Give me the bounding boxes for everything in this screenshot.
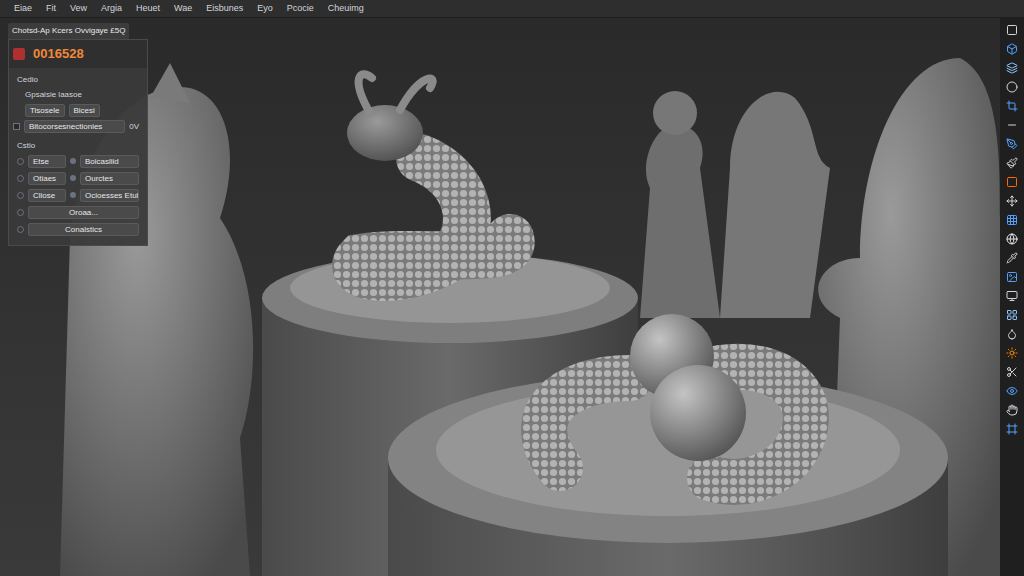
field[interactable]: Ocioesses Etul bbox=[80, 189, 139, 202]
panel-row: Tisosele Bicesi bbox=[9, 104, 147, 118]
row-icon bbox=[17, 175, 24, 182]
panel-row: Cliose Ocioesses Etul bbox=[9, 188, 147, 203]
row-icon bbox=[17, 209, 24, 216]
tool-panel: Chotsd-Ap Kcers Ovvigaye £5Q 0016528 Cedio… bbox=[8, 23, 148, 246]
sculpt-app: Eiae Fit Vew Argia Heuet Wae Eisbunes Eyo Pcocie… bbox=[0, 0, 1024, 576]
counter-row: 0016528 bbox=[9, 40, 147, 68]
tool-icon[interactable] bbox=[1006, 309, 1018, 321]
menu-item[interactable]: Cheuimg bbox=[328, 2, 364, 16]
field[interactable]: Conalstics bbox=[28, 223, 139, 236]
tool-icon[interactable] bbox=[1006, 157, 1018, 169]
viewport-scene[interactable] bbox=[0, 18, 1000, 576]
menu-item[interactable]: Heuet bbox=[136, 2, 160, 16]
brush-icon bbox=[13, 48, 25, 60]
row-label: Gpsaisie laasoe bbox=[25, 89, 82, 101]
panel-section: Cedio Gpsaisie laasoe Tisosele Bicesi Bitoco… bbox=[9, 70, 147, 134]
panel-row: Oroaa... bbox=[9, 205, 147, 220]
row-icon bbox=[70, 175, 76, 181]
checkbox[interactable] bbox=[13, 123, 20, 130]
tool-bar bbox=[1000, 18, 1024, 576]
field[interactable]: Tisosele bbox=[25, 104, 65, 117]
viewport[interactable]: Chotsd-Ap Kcers Ovvigaye £5Q 0016528 Cedio… bbox=[0, 18, 1000, 576]
tool-icon[interactable] bbox=[1006, 290, 1018, 302]
panel-row: Gpsaisie laasoe bbox=[9, 88, 147, 102]
field[interactable]: Ourctes bbox=[80, 172, 139, 185]
row-icon bbox=[17, 192, 24, 199]
tool-icon[interactable] bbox=[1006, 176, 1018, 188]
menu-bar: Eiae Fit Vew Argia Heuet Wae Eisbunes Eyo Pcocie… bbox=[0, 0, 1024, 18]
menu-item[interactable]: Argia bbox=[101, 2, 122, 16]
panel-tab[interactable]: Chotsd-Ap Kcers Ovvigaye £5Q bbox=[8, 23, 129, 39]
field[interactable]: Bitocorsesnectionies bbox=[24, 120, 125, 133]
tool-icon[interactable] bbox=[1006, 233, 1018, 245]
tool-icon[interactable] bbox=[1006, 214, 1018, 226]
field[interactable]: Oroaa... bbox=[28, 206, 139, 219]
menu-item[interactable]: Eiae bbox=[14, 2, 32, 16]
row-icon bbox=[70, 192, 76, 198]
tool-icon[interactable] bbox=[1006, 252, 1018, 264]
menu-item[interactable]: Fit bbox=[46, 2, 56, 16]
tool-icon[interactable] bbox=[1006, 271, 1018, 283]
tool-icon[interactable] bbox=[1006, 62, 1018, 74]
panel-section: Cstio Etse Boicasliid Otiaes Ourctes Cliose Oc… bbox=[9, 136, 147, 237]
tool-icon[interactable] bbox=[1006, 404, 1018, 416]
menu-item[interactable]: Wae bbox=[174, 2, 192, 16]
menu-item[interactable]: Eyo bbox=[257, 2, 273, 16]
tool-icon[interactable] bbox=[1006, 385, 1018, 397]
menu-item[interactable]: Pcocie bbox=[287, 2, 314, 16]
panel-row: Otiaes Ourctes bbox=[9, 171, 147, 186]
tool-icon[interactable] bbox=[1006, 328, 1018, 340]
tool-icon[interactable] bbox=[1006, 195, 1018, 207]
menu-item[interactable]: Eisbunes bbox=[206, 2, 243, 16]
section-title: Cstio bbox=[9, 140, 147, 152]
panel-body: 0016528 Cedio Gpsaisie laasoe Tisosele Bices… bbox=[8, 39, 148, 246]
field[interactable]: Etse bbox=[28, 155, 66, 168]
tool-icon[interactable] bbox=[1006, 423, 1018, 435]
tool-icon[interactable] bbox=[1006, 43, 1018, 55]
tool-icon[interactable] bbox=[1006, 100, 1018, 112]
tool-icon[interactable] bbox=[1006, 347, 1018, 359]
field[interactable]: Bicesi bbox=[69, 104, 100, 117]
field[interactable]: Otiaes bbox=[28, 172, 66, 185]
tool-icon[interactable] bbox=[1006, 81, 1018, 93]
section-title: Cedio bbox=[9, 74, 147, 86]
row-icon bbox=[17, 226, 24, 233]
field[interactable]: Boicasliid bbox=[80, 155, 139, 168]
tool-icon[interactable] bbox=[1006, 119, 1018, 131]
workspace: Chotsd-Ap Kcers Ovvigaye £5Q 0016528 Cedio… bbox=[0, 18, 1024, 576]
counter: 0016528 bbox=[33, 44, 84, 64]
tool-icon[interactable] bbox=[1006, 24, 1018, 36]
row-value: 0V bbox=[129, 121, 139, 133]
panel-row: Etse Boicasliid bbox=[9, 154, 147, 169]
panel-row: Conalstics bbox=[9, 222, 147, 237]
row-icon bbox=[17, 158, 24, 165]
menu-item[interactable]: Vew bbox=[70, 2, 87, 16]
tool-icon[interactable] bbox=[1006, 366, 1018, 378]
field[interactable]: Cliose bbox=[28, 189, 66, 202]
tool-icon[interactable] bbox=[1006, 138, 1018, 150]
row-icon bbox=[70, 158, 76, 164]
panel-row: Bitocorsesnectionies 0V bbox=[9, 120, 147, 134]
